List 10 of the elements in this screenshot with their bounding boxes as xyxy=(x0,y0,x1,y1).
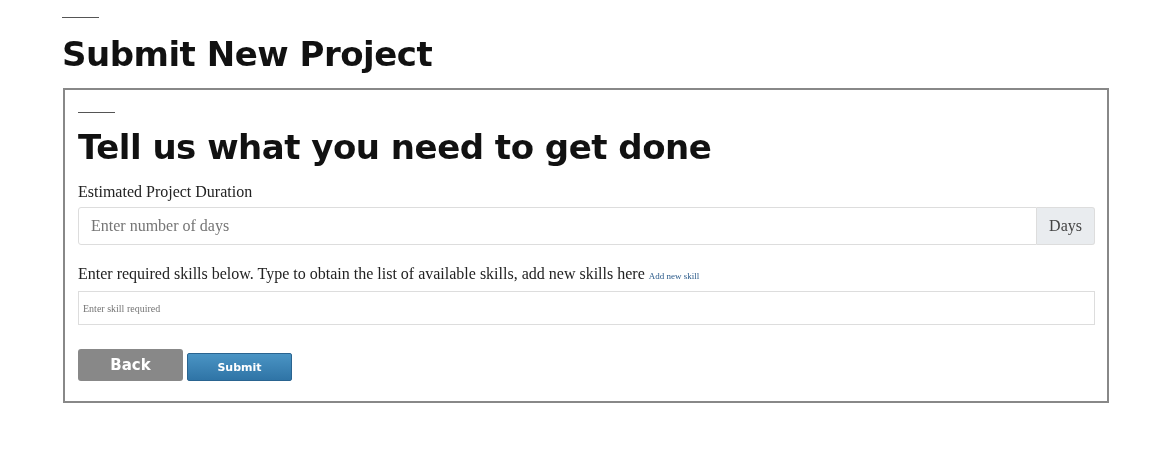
submit-button[interactable]: Submit xyxy=(187,353,292,381)
duration-label: Estimated Project Duration xyxy=(78,183,254,201)
page-title: Submit New Project xyxy=(62,34,434,74)
skills-instructions: Enter required skills below. Type to obtain the list of available skills, add new skills here xyxy=(78,265,645,282)
duration-input-field[interactable]: Enter number of days xyxy=(78,207,1038,245)
skill-input-field[interactable]: Enter skill required xyxy=(78,291,1095,325)
back-button[interactable]: Back xyxy=(78,349,183,381)
form-heading: Tell us what you need to get done xyxy=(78,127,713,167)
days-addon: Days xyxy=(1037,207,1095,245)
add-new-skill-link[interactable]: Add new skill xyxy=(648,271,700,281)
